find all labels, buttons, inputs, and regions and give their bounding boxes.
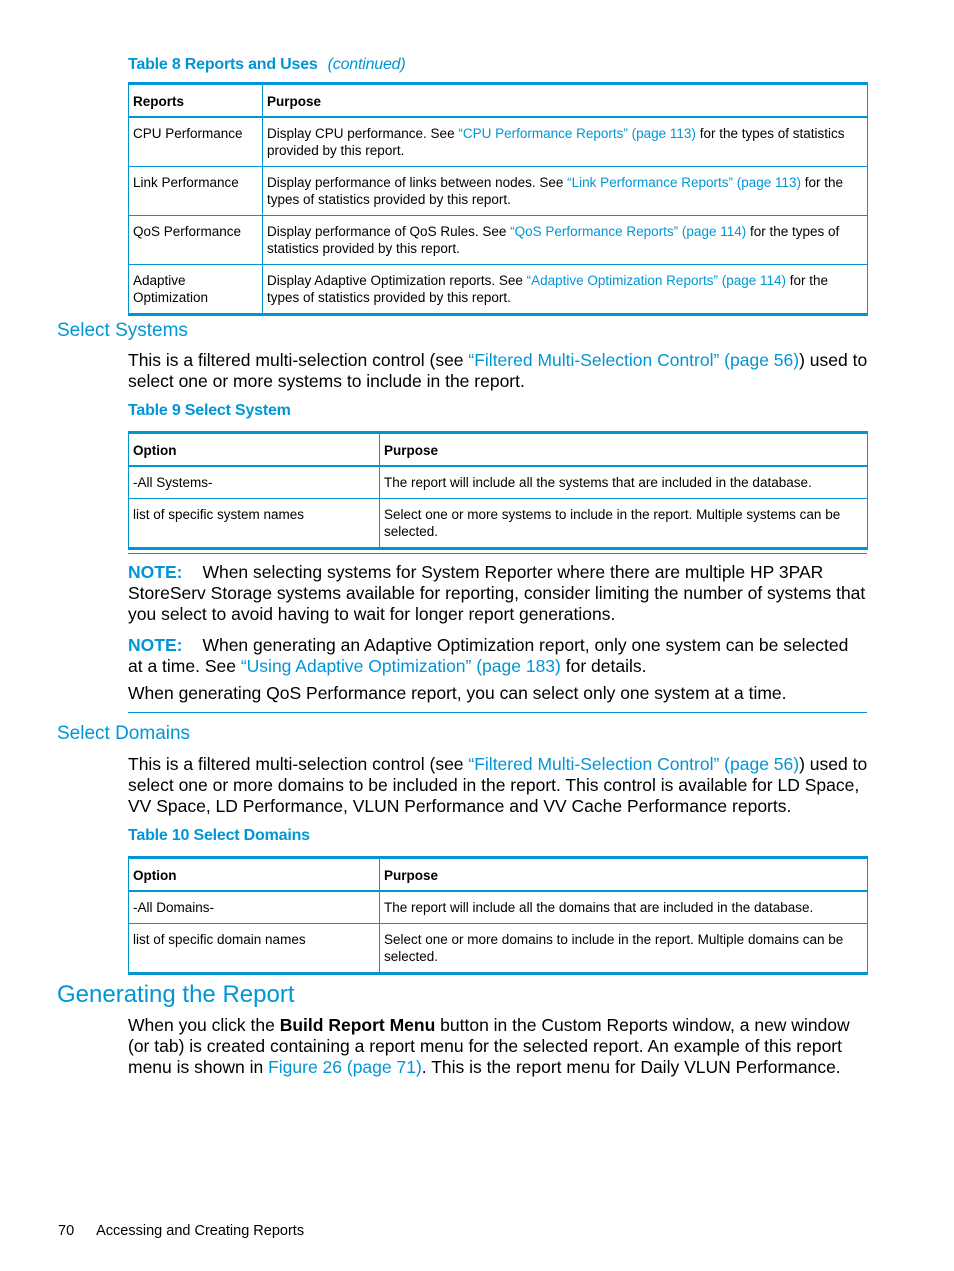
note-1: NOTE: When selecting systems for System R… xyxy=(128,562,867,625)
select-systems-heading: Select Systems xyxy=(57,320,188,341)
table-8-caption: Table 8 Reports and Uses (continued) xyxy=(128,56,406,74)
note-2: NOTE: When generating an Adaptive Optimiz… xyxy=(128,635,867,677)
table-8-title: Table 8 Reports and Uses xyxy=(128,56,318,73)
note-text: for details. xyxy=(560,656,647,676)
report-name: Adaptive Optimization xyxy=(128,264,263,315)
paragraph-text: When you click the xyxy=(128,1015,280,1035)
adaptive-optimization-reports-link[interactable]: “Adaptive Optimization Reports” (page 11… xyxy=(527,273,786,288)
column-header-option: Option xyxy=(128,857,380,892)
select-domains-paragraph: This is a filtered multi-selection contr… xyxy=(128,754,868,817)
report-name: CPU Performance xyxy=(128,116,263,167)
generating-report-paragraph: When you click the Build Report Menu but… xyxy=(128,1015,868,1078)
report-name: Link Performance xyxy=(128,166,263,216)
page-footer: 70 Accessing and Creating Reports xyxy=(58,1223,304,1239)
paragraph-text: . This is the report menu for Daily VLUN… xyxy=(421,1057,841,1077)
report-purpose: Display CPU performance. See “CPU Perfor… xyxy=(262,116,868,167)
paragraph-text: This is a filtered multi-selection contr… xyxy=(128,350,469,370)
note-text: When selecting systems for System Report… xyxy=(128,562,866,624)
select-systems-paragraph: This is a filtered multi-selection contr… xyxy=(128,350,868,392)
table-header-row: Option Purpose xyxy=(128,432,868,467)
paragraph-text: This is a filtered multi-selection contr… xyxy=(128,754,469,774)
select-domains-heading: Select Domains xyxy=(57,723,191,744)
filtered-multi-selection-control-link[interactable]: “Filtered Multi-Selection Control” (page… xyxy=(468,350,799,370)
table-continued-label: (continued) xyxy=(327,56,406,73)
purpose-cell: The report will include all the systems … xyxy=(379,465,868,499)
option-cell: -All Domains- xyxy=(128,890,380,924)
purpose-text: Display Adaptive Optimization reports. S… xyxy=(267,273,527,288)
table-row: list of specific domain names Select one… xyxy=(128,923,868,974)
report-purpose: Display performance of links between nod… xyxy=(262,166,868,216)
table-10-caption: Table 10 Select Domains xyxy=(128,827,310,844)
chapter-title: Accessing and Creating Reports xyxy=(96,1223,305,1239)
option-cell: list of specific domain names xyxy=(128,923,380,974)
table-header-row: Reports Purpose xyxy=(128,83,868,118)
option-cell: list of specific system names xyxy=(128,498,380,549)
column-header-purpose: Purpose xyxy=(262,83,868,118)
purpose-text: Display performance of QoS Rules. See xyxy=(267,224,511,239)
table-row: -All Systems- The report will include al… xyxy=(128,465,868,499)
table-select-domains: Option Purpose -All Domains- The report … xyxy=(128,856,868,975)
table-header-row: Option Purpose xyxy=(128,857,868,892)
report-name: QoS Performance xyxy=(128,215,263,265)
qos-performance-reports-link[interactable]: “QoS Performance Reports” (page 114) xyxy=(510,224,746,239)
table-select-system: Option Purpose -All Systems- The report … xyxy=(128,431,868,550)
purpose-cell: Select one or more systems to include in… xyxy=(379,498,868,549)
report-purpose: Display performance of QoS Rules. See “Q… xyxy=(262,215,868,265)
note-label: NOTE: xyxy=(128,635,183,655)
table-row: CPU Performance Display CPU performance.… xyxy=(128,116,868,167)
note-2-extra: When generating QoS Performance report, … xyxy=(128,683,787,703)
generating-report-heading: Generating the Report xyxy=(57,981,295,1008)
figure-26-link[interactable]: Figure 26 (page 71) xyxy=(268,1057,422,1077)
table-row: QoS Performance Display performance of Q… xyxy=(128,215,868,265)
cpu-performance-reports-link[interactable]: “CPU Performance Reports” (page 113) xyxy=(458,126,696,141)
build-report-menu-term: Build Report Menu xyxy=(279,1015,436,1035)
table-9-caption: Table 9 Select System xyxy=(128,402,291,419)
link-performance-reports-link[interactable]: “Link Performance Reports” (page 113) xyxy=(567,175,801,190)
note-label: NOTE: xyxy=(128,562,183,582)
option-cell: -All Systems- xyxy=(128,465,380,499)
column-header-purpose: Purpose xyxy=(379,857,868,892)
column-header-reports: Reports xyxy=(128,83,263,118)
column-header-option: Option xyxy=(128,432,380,467)
note-box: NOTE: When selecting systems for System R… xyxy=(128,553,867,713)
table-row: list of specific system names Select one… xyxy=(128,498,868,549)
table-reports-and-uses: Reports Purpose CPU Performance Display … xyxy=(128,82,868,316)
purpose-text: Display CPU performance. See xyxy=(267,126,459,141)
purpose-cell: The report will include all the domains … xyxy=(379,890,868,924)
report-purpose: Display Adaptive Optimization reports. S… xyxy=(262,264,868,315)
using-adaptive-optimization-link[interactable]: “Using Adaptive Optimization” (page 183) xyxy=(241,656,561,676)
table-row: Adaptive Optimization Display Adaptive O… xyxy=(128,264,868,315)
column-header-purpose: Purpose xyxy=(379,432,868,467)
table-row: Link Performance Display performance of … xyxy=(128,166,868,216)
table-row: -All Domains- The report will include al… xyxy=(128,890,868,924)
purpose-text: Display performance of links between nod… xyxy=(267,175,568,190)
page-number: 70 xyxy=(58,1223,75,1239)
filtered-multi-selection-control-link[interactable]: “Filtered Multi-Selection Control” (page… xyxy=(468,754,799,774)
purpose-cell: Select one or more domains to include in… xyxy=(379,923,868,974)
